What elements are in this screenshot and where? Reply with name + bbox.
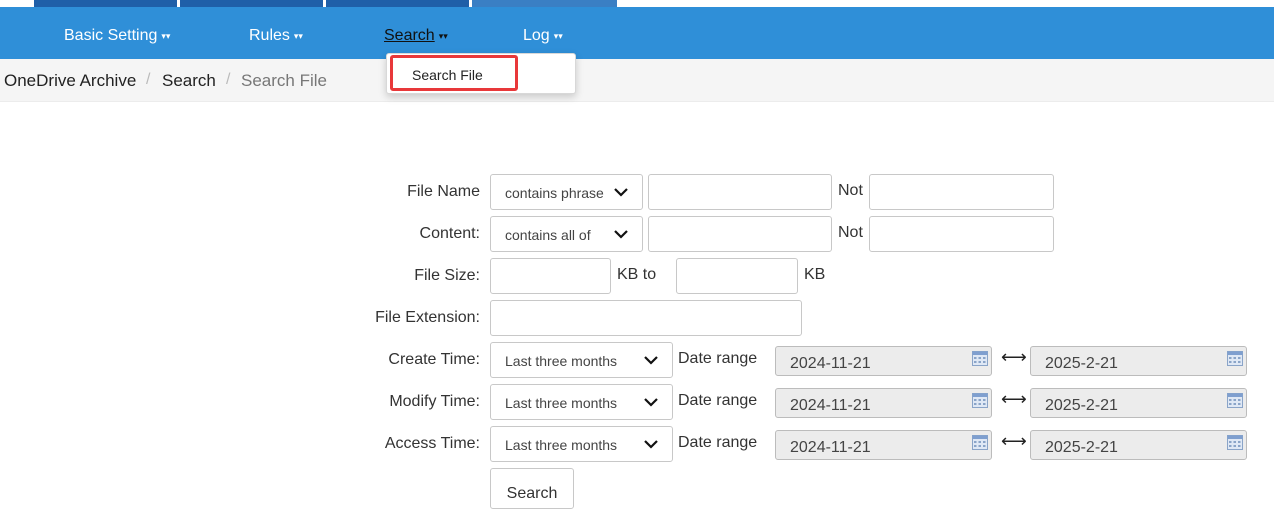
main-navbar: Basic Setting ▾▾ Rules ▾▾ Search ▾▾ Log ▾▾ — [0, 7, 1274, 59]
create-time-label: Create Time: — [388, 351, 480, 368]
access-time-end-value: 2025-2-21 — [1045, 439, 1118, 456]
breadcrumb-search-file: Search File — [241, 71, 327, 90]
content-not-input[interactable] — [869, 216, 1054, 252]
file-size-from-input[interactable] — [490, 258, 611, 294]
chevron-down-icon — [644, 356, 658, 365]
search-dropdown-menu: Search File — [386, 53, 576, 94]
access-time-period-select[interactable]: Last three months — [490, 426, 673, 462]
file-size-to-input[interactable] — [676, 258, 798, 294]
create-time-end-value: 2025-2-21 — [1045, 355, 1118, 372]
nav-log[interactable]: Log ▾▾ — [523, 27, 563, 45]
calendar-icon[interactable] — [1227, 351, 1243, 366]
top-tab-3[interactable] — [326, 0, 469, 7]
chevron-down-icon: ▾▾ — [293, 31, 303, 41]
calendar-icon[interactable] — [972, 435, 988, 450]
nav-rules-label: Rules — [249, 27, 290, 44]
file-extension-label: File Extension: — [375, 309, 480, 326]
nav-log-label: Log — [523, 27, 550, 44]
modify-time-label: Modify Time: — [389, 393, 480, 410]
modify-time-end-date[interactable]: 2025-2-21 — [1030, 388, 1247, 418]
file-size-to-label: KB to — [617, 266, 657, 283]
content-not-label: Not — [838, 224, 863, 241]
top-tab-1[interactable] — [34, 0, 177, 7]
breadcrumb-onedrive-archive[interactable]: OneDrive Archive — [4, 71, 136, 91]
access-time-range-label: Date range — [678, 434, 758, 451]
create-time-start-date[interactable]: 2024-11-21 — [775, 346, 992, 376]
file-size-label: File Size: — [414, 267, 480, 284]
breadcrumb-separator: / — [226, 71, 231, 88]
chevron-down-icon: ▾▾ — [553, 31, 563, 41]
file-name-not-label: Not — [838, 182, 863, 199]
chevron-down-icon — [644, 440, 658, 449]
nav-rules[interactable]: Rules ▾▾ — [249, 27, 303, 45]
access-time-end-date[interactable]: 2025-2-21 — [1030, 430, 1247, 460]
chevron-down-icon: ▾▾ — [438, 31, 448, 41]
create-time-range-label: Date range — [678, 350, 758, 367]
file-extension-input[interactable] — [490, 300, 802, 336]
modify-time-end-value: 2025-2-21 — [1045, 397, 1118, 414]
file-name-input[interactable] — [648, 174, 832, 210]
chevron-down-icon — [614, 230, 628, 239]
nav-basic-setting-label: Basic Setting — [64, 27, 158, 44]
modify-time-start-value: 2024-11-21 — [790, 397, 871, 414]
calendar-icon[interactable] — [1227, 393, 1243, 408]
create-time-start-value: 2024-11-21 — [790, 355, 871, 372]
top-tab-4[interactable] — [472, 0, 617, 7]
file-name-not-input[interactable] — [869, 174, 1054, 210]
chevron-down-icon: ▾▾ — [161, 31, 171, 41]
date-range-arrow-icon: ⟷ — [1001, 347, 1027, 367]
date-range-arrow-icon: ⟷ — [1001, 389, 1027, 409]
access-time-label: Access Time: — [384, 435, 480, 452]
modify-time-range-label: Date range — [678, 392, 758, 409]
content-mode-select[interactable]: contains all of — [490, 216, 643, 252]
date-range-arrow-icon: ⟷ — [1001, 431, 1027, 451]
file-name-label: File Name — [407, 183, 480, 200]
top-tab-2[interactable] — [180, 0, 323, 7]
file-name-mode-value: contains phrase — [505, 185, 604, 201]
file-size-unit-label: KB — [804, 266, 826, 283]
content-mode-value: contains all of — [505, 227, 591, 243]
access-time-period-value: Last three months — [505, 437, 618, 453]
nav-search[interactable]: Search ▾▾ — [384, 27, 448, 45]
breadcrumb-search[interactable]: Search — [162, 71, 216, 91]
nav-search-label: Search — [384, 27, 435, 44]
calendar-icon[interactable] — [972, 351, 988, 366]
content-label: Content: — [419, 225, 480, 242]
content-input[interactable] — [648, 216, 832, 252]
create-time-end-date[interactable]: 2025-2-21 — [1030, 346, 1247, 376]
access-time-start-value: 2024-11-21 — [790, 439, 871, 456]
file-name-mode-select[interactable]: contains phrase — [490, 174, 643, 210]
nav-basic-setting[interactable]: Basic Setting ▾▾ — [64, 27, 170, 45]
modify-time-start-date[interactable]: 2024-11-21 — [775, 388, 992, 418]
calendar-icon[interactable] — [1227, 435, 1243, 450]
menu-item-search-file[interactable]: Search File — [390, 55, 518, 91]
access-time-start-date[interactable]: 2024-11-21 — [775, 430, 992, 460]
breadcrumb-separator: / — [146, 71, 151, 88]
chevron-down-icon — [614, 188, 628, 197]
breadcrumb: OneDrive Archive / Search / Search File — [0, 59, 1274, 102]
modify-time-period-select[interactable]: Last three months — [490, 384, 673, 420]
modify-time-period-value: Last three months — [505, 395, 618, 411]
create-time-period-value: Last three months — [505, 353, 618, 369]
top-tab-strip — [0, 0, 1274, 7]
create-time-period-select[interactable]: Last three months — [490, 342, 673, 378]
chevron-down-icon — [644, 398, 658, 407]
calendar-icon[interactable] — [972, 393, 988, 408]
search-button[interactable]: Search — [490, 468, 574, 509]
